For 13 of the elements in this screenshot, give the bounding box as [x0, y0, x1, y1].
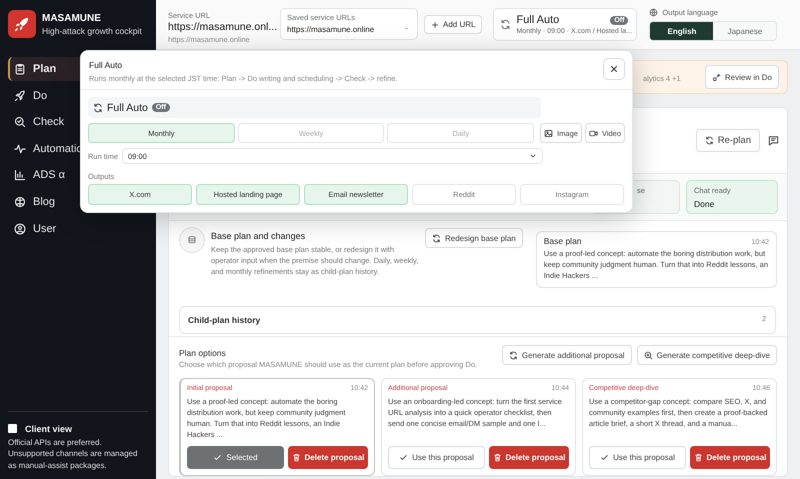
- brand-name: MASAMUNE: [42, 12, 102, 24]
- card-title: Base plan: [544, 236, 582, 246]
- brand-tagline: High-attack growth cockpit: [42, 26, 142, 36]
- section-title: Base plan and changes: [211, 231, 306, 241]
- card-title: Full Auto: [516, 14, 560, 26]
- tile-value: Done: [694, 199, 716, 209]
- section-title: Plan options: [179, 348, 227, 358]
- service-url-value: https://masamune.onl...: [168, 21, 274, 33]
- info-note: Official APIs are preferred. Unsupported channels are managed as manual-assist packages.: [8, 436, 138, 471]
- history-label: Child-plan history: [188, 314, 260, 324]
- toggle-label: Full Auto: [107, 102, 148, 114]
- checkbox-label: Client view: [25, 424, 72, 434]
- modal-title: Full Auto: [89, 60, 124, 70]
